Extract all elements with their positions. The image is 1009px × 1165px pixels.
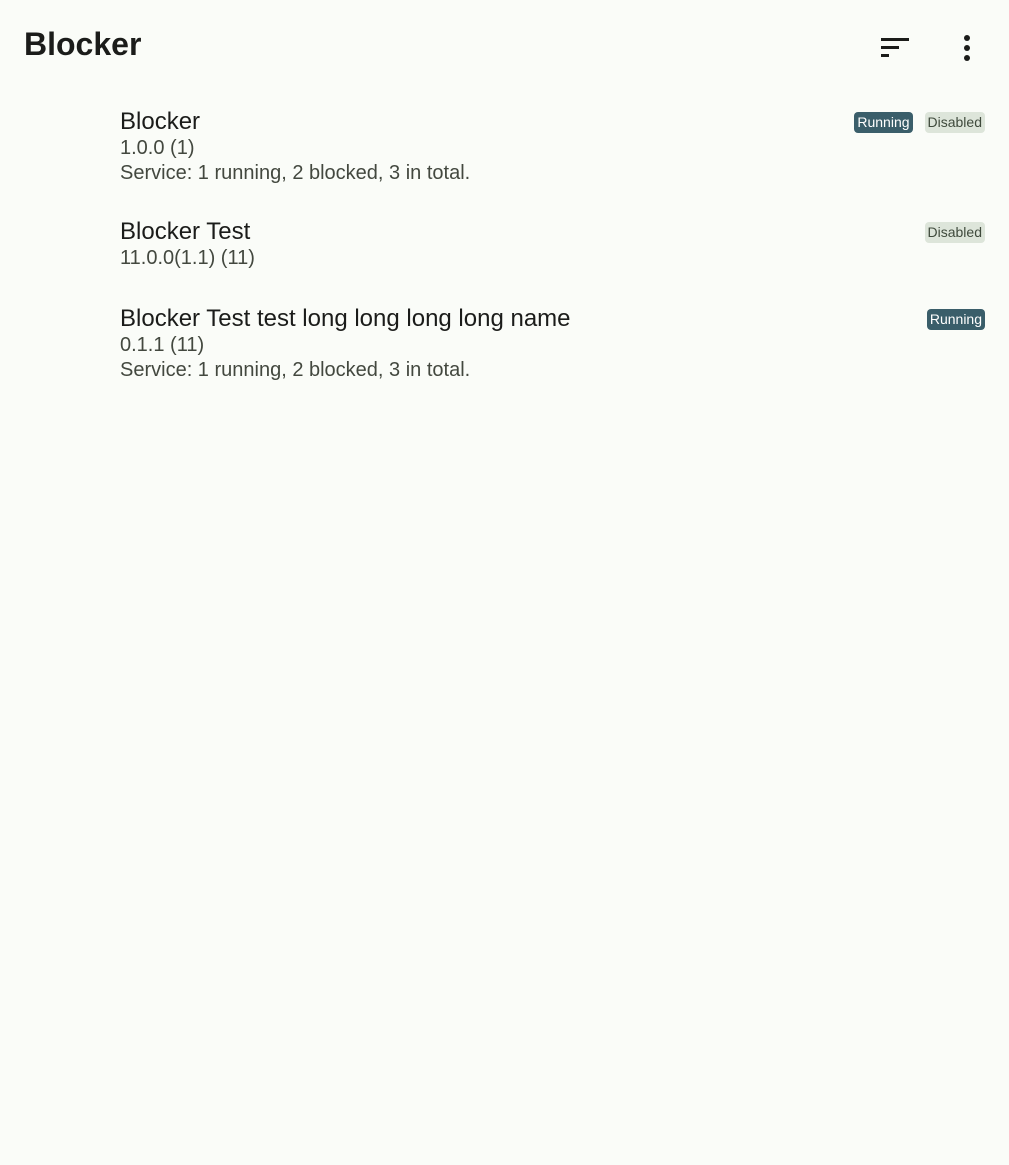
app-list-item-blocker-test[interactable]: Blocker Test 11.0.0(1.1) (11) Disabled [0,210,1009,297]
app-version: 0.1.1 (11) [120,334,205,356]
disabled-badge: Disabled [924,112,985,133]
running-badge: Running [854,112,913,133]
app-version: 11.0.0(1.1) (11) [120,247,255,269]
app-service-status: Service: 1 running, 2 blocked, 3 in tota… [120,162,471,184]
app-name: Blocker Test test long long long long na… [120,305,571,332]
more-vert-icon [964,35,970,61]
more-options-button[interactable] [943,24,991,72]
app-name: Blocker [120,108,201,135]
top-app-bar: Blocker [0,0,1009,96]
app-badges: Disabled [924,222,985,243]
disabled-badge: Disabled [924,222,985,243]
running-badge: Running [926,309,985,330]
app-name: Blocker Test [120,218,251,245]
app-badges: Running [926,309,985,330]
app-badges: Running Disabled [854,112,985,133]
app-list: Blocker 1.0.0 (1) Service: 1 running, 2 … [0,100,1009,407]
sort-icon [881,38,909,57]
app-list-item-blocker-test-long-name[interactable]: Blocker Test test long long long long na… [0,297,1009,407]
app-service-status: Service: 1 running, 2 blocked, 3 in tota… [120,359,471,381]
app-version: 1.0.0 (1) [120,137,195,159]
app-list-item-blocker[interactable]: Blocker 1.0.0 (1) Service: 1 running, 2 … [0,100,1009,210]
sort-button[interactable] [871,24,919,72]
app-title: Blocker [24,26,142,62]
